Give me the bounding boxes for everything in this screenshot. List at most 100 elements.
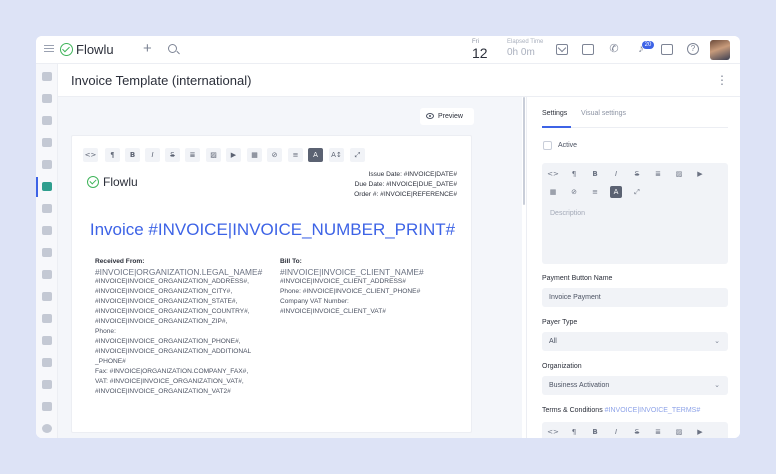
eye-icon: [426, 113, 434, 119]
strikethrough-icon[interactable]: S: [165, 148, 180, 162]
image-icon[interactable]: ▨: [206, 148, 221, 162]
sidebar-item-puzzle-icon[interactable]: [42, 358, 52, 367]
timer-value[interactable]: 0h 0m: [507, 47, 535, 58]
menu-icon[interactable]: [44, 45, 54, 53]
organization-label: Organization: [542, 363, 582, 370]
fullscreen-icon[interactable]: ⤢: [631, 186, 643, 198]
font-size-icon[interactable]: A↕: [329, 148, 344, 162]
code-view-icon[interactable]: <>: [547, 168, 559, 180]
code-view-icon[interactable]: <>: [547, 426, 559, 438]
doc-logo-icon: [87, 176, 99, 188]
image-icon[interactable]: ▨: [673, 426, 685, 438]
received-line: VAT: #INVOICE|INVOICE_ORGANIZATION_VAT#,: [95, 378, 244, 385]
italic-icon[interactable]: I: [610, 426, 622, 438]
active-checkbox[interactable]: [543, 141, 552, 150]
bold-icon[interactable]: B: [125, 148, 140, 162]
phone-icon[interactable]: ✆: [608, 44, 620, 55]
italic-icon[interactable]: I: [145, 148, 160, 162]
description-editor[interactable]: <> ¶ B I S ≣ ▨ ▶ ▦ ⊘ ≡ A ⤢ Description: [542, 163, 728, 264]
table-icon[interactable]: ▦: [247, 148, 262, 162]
invoice-document[interactable]: <> ¶ B I S ≣ ▨ ▶ ▦ ⊘ ≡ A A↕ ⤢ Flowlu Iss…: [71, 135, 472, 433]
video-icon[interactable]: ▶: [226, 148, 241, 162]
table-icon[interactable]: ▦: [547, 186, 559, 198]
received-line: #INVOICE|INVOICE_ORGANIZATION_PHONE#,: [95, 338, 241, 345]
sidebar-item-dashboard-icon[interactable]: [42, 72, 52, 81]
page-header: Invoice Template (international) ⋮: [58, 64, 740, 97]
app-logo-text[interactable]: Flowlu: [76, 42, 114, 57]
active-label[interactable]: Active: [558, 142, 577, 149]
received-line: #INVOICE|INVOICE_ORGANIZATION_ADDRESS#,: [95, 278, 250, 285]
terms-editor[interactable]: <> ¶ B I S ≣ ▨ ▶: [542, 422, 728, 438]
bill-to-line: #INVOICE|INVOICE_CLIENT_ADDRESS#: [280, 278, 406, 285]
sidebar-item-finance-icon[interactable]: [42, 182, 52, 191]
date-day[interactable]: 12: [472, 45, 488, 61]
sidebar-item-awards-icon[interactable]: [42, 116, 52, 125]
video-icon[interactable]: ▶: [694, 426, 706, 438]
video-icon[interactable]: ▶: [694, 168, 706, 180]
help-icon[interactable]: ?: [687, 43, 699, 55]
italic-icon[interactable]: I: [610, 168, 622, 180]
organization-value: Business Activation: [549, 382, 610, 389]
received-line: Phone:: [95, 328, 116, 335]
list-icon[interactable]: ≣: [652, 168, 664, 180]
sidebar-item-settings-icon[interactable]: [42, 424, 52, 433]
sidebar-item-projects-icon[interactable]: [42, 248, 52, 257]
paragraph-icon[interactable]: ¶: [568, 168, 580, 180]
tab-settings[interactable]: Settings: [542, 110, 567, 117]
paragraph-icon[interactable]: ¶: [105, 148, 120, 162]
mail-icon[interactable]: [556, 44, 568, 55]
bold-icon[interactable]: B: [589, 168, 601, 180]
font-color-icon[interactable]: A: [610, 186, 622, 198]
payer-type-label: Payer Type: [542, 319, 578, 326]
align-icon[interactable]: ≡: [589, 186, 601, 198]
sidebar-item-sync-icon[interactable]: [42, 292, 52, 301]
plus-icon[interactable]: +: [143, 40, 152, 57]
terms-tag[interactable]: #INVOICE|INVOICE_TERMS#: [605, 407, 701, 414]
strikethrough-icon[interactable]: S: [631, 168, 643, 180]
code-view-icon[interactable]: <>: [83, 148, 98, 162]
search-icon[interactable]: [168, 44, 177, 53]
sidebar-item-crm-icon[interactable]: [42, 138, 52, 147]
tab-visual-settings[interactable]: Visual settings: [581, 110, 626, 117]
chat-icon[interactable]: [661, 44, 673, 55]
sidebar-item-clock-icon[interactable]: [42, 380, 52, 389]
description-placeholder: Description: [550, 210, 586, 217]
invoice-title: Invoice #INVOICE|INVOICE_NUMBER_PRINT#: [89, 220, 456, 239]
paragraph-icon[interactable]: ¶: [568, 426, 580, 438]
editor-scrollbar[interactable]: [523, 97, 525, 205]
sidebar-item-home-icon[interactable]: [42, 270, 52, 279]
sidebar-item-team-icon[interactable]: [42, 226, 52, 235]
sidebar-item-users-icon[interactable]: [42, 402, 52, 411]
font-color-icon[interactable]: A: [308, 148, 323, 162]
organization-select[interactable]: Business Activation ⌄: [542, 376, 728, 395]
terms-label-text: Terms & Conditions: [542, 407, 603, 414]
bill-to-block: Bill To: #INVOICE|INVOICE_CLIENT_NAME# #…: [280, 257, 460, 317]
app-window: Flowlu + Fri 12 Elapsed Time 0h 0m ✆ ♪ 2…: [36, 36, 740, 438]
image-icon[interactable]: ▨: [673, 168, 685, 180]
notes-icon[interactable]: [582, 44, 594, 55]
list-icon[interactable]: ≣: [652, 426, 664, 438]
sidebar-item-grid-icon[interactable]: [42, 314, 52, 323]
issue-date: Issue Date: #INVOICE|DATE#: [368, 171, 457, 178]
received-line: _PHONE#: [95, 358, 126, 365]
sidebar-item-tasks-icon[interactable]: [42, 94, 52, 103]
avatar[interactable]: [710, 40, 730, 60]
link-icon[interactable]: ⊘: [267, 148, 282, 162]
payer-type-select[interactable]: All ⌄: [542, 332, 728, 351]
bold-icon[interactable]: B: [589, 426, 601, 438]
more-options-icon[interactable]: ⋮: [716, 74, 728, 86]
list-icon[interactable]: ≣: [185, 148, 200, 162]
align-icon[interactable]: ≡: [288, 148, 303, 162]
sidebar-item-pie-icon[interactable]: [42, 160, 52, 169]
preview-button[interactable]: Preview: [420, 108, 474, 125]
link-icon[interactable]: ⊘: [568, 186, 580, 198]
top-bar: Flowlu + Fri 12 Elapsed Time 0h 0m ✆ ♪ 2…: [36, 36, 740, 64]
received-line: #INVOICE|INVOICE_ORGANIZATION_ADDITIONAL: [95, 348, 252, 355]
strikethrough-icon[interactable]: S: [631, 426, 643, 438]
editor-pane: Preview <> ¶ B I S ≣ ▨ ▶ ▦ ⊘ ≡ A A↕ ⤢ Fl…: [58, 97, 525, 438]
sidebar-item-docs-icon[interactable]: [42, 336, 52, 345]
sidebar-item-tags-icon[interactable]: [42, 204, 52, 213]
payment-button-name-input[interactable]: Invoice Payment: [542, 288, 728, 307]
received-line: #INVOICE|INVOICE_ORGANIZATION_CITY#,: [95, 288, 233, 295]
fullscreen-icon[interactable]: ⤢: [350, 148, 365, 162]
